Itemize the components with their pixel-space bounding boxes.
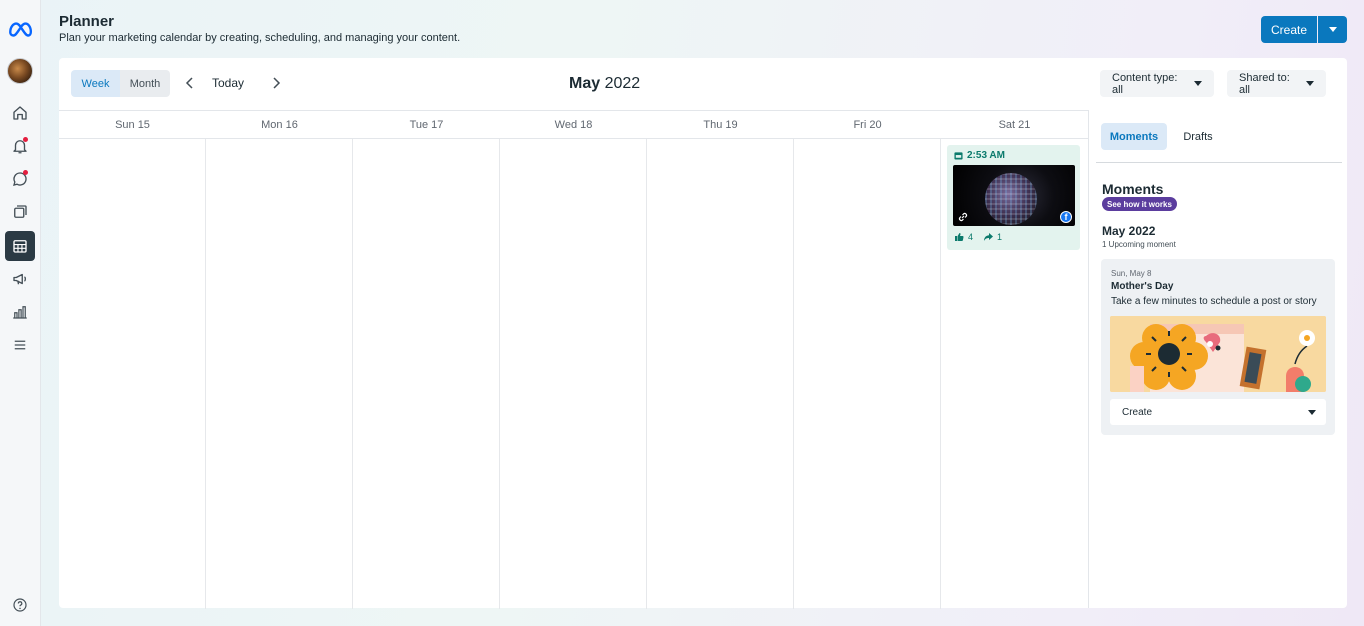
today-button[interactable]: Today bbox=[212, 76, 244, 90]
facebook-icon: f bbox=[1060, 211, 1072, 223]
column-divider bbox=[205, 139, 206, 609]
create-dropdown-button[interactable] bbox=[1318, 16, 1347, 43]
day-header: Thu 19 bbox=[647, 111, 794, 139]
see-how-it-works-link[interactable]: See how it works bbox=[1102, 197, 1177, 211]
column-divider bbox=[499, 139, 500, 609]
divider bbox=[1096, 162, 1342, 163]
home-icon[interactable] bbox=[5, 98, 35, 128]
content-type-label: Content type: all bbox=[1112, 71, 1178, 96]
notification-badge bbox=[23, 137, 28, 142]
moments-heading: Moments bbox=[1102, 181, 1164, 197]
post-time-label: 2:53 AM bbox=[967, 150, 1005, 161]
ads-icon[interactable] bbox=[5, 264, 35, 294]
week-view-button[interactable]: Week bbox=[71, 70, 120, 97]
moments-month-heading: May 2022 bbox=[1102, 224, 1156, 238]
meta-logo-icon[interactable] bbox=[5, 14, 35, 44]
page-title: Planner bbox=[59, 13, 115, 30]
tab-drafts[interactable]: Drafts bbox=[1173, 123, 1223, 150]
month-view-button[interactable]: Month bbox=[120, 70, 170, 97]
avatar[interactable] bbox=[7, 58, 33, 84]
day-header: Sat 21 bbox=[941, 111, 1088, 139]
message-badge bbox=[23, 170, 28, 175]
planner-panel: Week Month Today May 2022 Content type: … bbox=[59, 58, 1347, 609]
create-button[interactable]: Create bbox=[1261, 16, 1317, 43]
shares-count: 1 bbox=[997, 232, 1003, 242]
chevron-down-icon bbox=[1328, 27, 1337, 32]
month-year: 2022 bbox=[604, 75, 641, 92]
share-icon bbox=[984, 233, 994, 241]
messages-icon[interactable] bbox=[5, 164, 35, 194]
day-header: Fri 20 bbox=[794, 111, 941, 139]
chevron-left-icon[interactable] bbox=[183, 76, 197, 90]
week-calendar: Sun 15 Mon 16 Tue 17 Wed 18 Thu 19 Fri 2… bbox=[59, 110, 1088, 609]
current-month-label: May 2022 bbox=[569, 75, 640, 93]
chevron-down-icon bbox=[1306, 81, 1314, 86]
mothers-day-illustration bbox=[1110, 316, 1326, 392]
post-stats: 4 1 bbox=[954, 232, 1002, 242]
content-type-filter[interactable]: Content type: all bbox=[1100, 70, 1214, 97]
content-icon[interactable] bbox=[5, 197, 35, 227]
day-header: Wed 18 bbox=[500, 111, 647, 139]
chevron-right-icon[interactable] bbox=[269, 76, 283, 90]
scheduled-post-card[interactable]: 2:53 AM f 4 1 bbox=[947, 145, 1080, 250]
planner-icon[interactable] bbox=[5, 231, 35, 261]
link-icon bbox=[958, 212, 968, 222]
moment-create-button[interactable]: Create bbox=[1110, 399, 1326, 425]
tab-moments[interactable]: Moments bbox=[1101, 123, 1167, 150]
month-name: May bbox=[569, 75, 601, 92]
day-header: Tue 17 bbox=[353, 111, 500, 139]
upcoming-count: 1 Upcoming moment bbox=[1102, 240, 1176, 249]
left-rail bbox=[0, 0, 41, 626]
shared-to-label: Shared to: all bbox=[1239, 71, 1290, 96]
help-icon[interactable] bbox=[5, 590, 35, 620]
notifications-icon[interactable] bbox=[5, 131, 35, 161]
moment-date: Sun, May 8 bbox=[1111, 269, 1152, 278]
shared-to-filter[interactable]: Shared to: all bbox=[1227, 70, 1326, 97]
chevron-down-icon bbox=[1194, 81, 1202, 86]
moments-sidebar: Moments Drafts Moments See how it works … bbox=[1088, 110, 1347, 608]
day-header: Mon 16 bbox=[206, 111, 353, 139]
moment-title: Mother's Day bbox=[1111, 281, 1174, 292]
like-icon bbox=[955, 233, 964, 241]
moment-card: Sun, May 8 Mother's Day Take a few minut… bbox=[1101, 259, 1335, 435]
column-divider bbox=[940, 139, 941, 609]
page-subtitle: Plan your marketing calendar by creating… bbox=[59, 32, 461, 44]
column-divider bbox=[793, 139, 794, 609]
moment-description: Take a few minutes to schedule a post or… bbox=[1111, 296, 1317, 307]
likes-count: 4 bbox=[968, 232, 974, 242]
calendar-icon bbox=[954, 152, 963, 160]
column-divider bbox=[352, 139, 353, 609]
chevron-down-icon bbox=[1308, 409, 1316, 415]
menu-icon[interactable] bbox=[5, 330, 35, 360]
column-divider bbox=[646, 139, 647, 609]
moment-create-label: Create bbox=[1122, 406, 1153, 418]
post-thumbnail: f bbox=[953, 165, 1075, 226]
insights-icon[interactable] bbox=[5, 297, 35, 327]
post-time: 2:53 AM bbox=[954, 150, 1005, 161]
disco-ball-image bbox=[985, 173, 1037, 225]
day-header: Sun 15 bbox=[59, 111, 206, 139]
